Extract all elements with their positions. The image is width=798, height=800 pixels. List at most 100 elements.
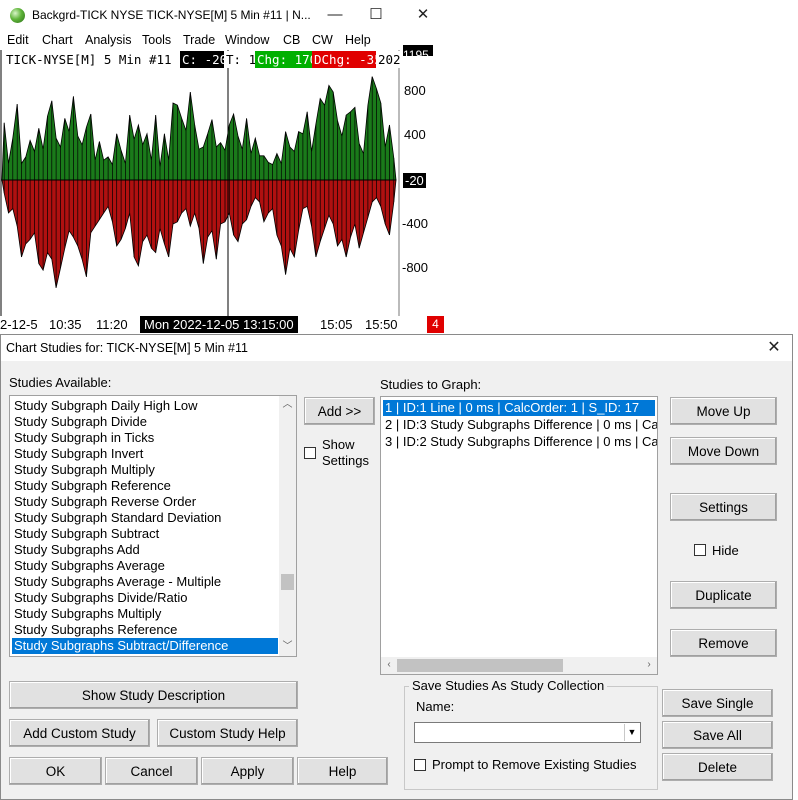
header-symbol: TICK-NYSE[M] 5 Min #11 <box>6 52 172 67</box>
studies-to-graph-list[interactable]: 1 | ID:1 Line | 0 ms | CalcOrder: 1 | S_… <box>380 396 658 675</box>
menu-help[interactable]: Help <box>345 33 371 47</box>
prompt-remove-checkbox[interactable] <box>414 759 426 771</box>
studies-available-item[interactable]: Study Subgraph Multiply <box>12 462 278 478</box>
menu-window[interactable]: Window <box>225 33 269 47</box>
studies-available-list[interactable]: Study Subgraph Daily High Low Study Subgr… <box>9 395 297 657</box>
chart-studies-dialog: Chart Studies for: TICK-NYSE[M] 5 Min #1… <box>0 334 793 800</box>
studies-available-label: Studies Available: <box>9 375 112 390</box>
studies-available-item[interactable]: Study Subgraphs Add <box>12 542 278 558</box>
dialog-title-bar[interactable]: Chart Studies for: TICK-NYSE[M] 5 Min #1… <box>1 335 792 361</box>
hscroll-thumb[interactable] <box>397 659 563 672</box>
header-trail: 202 <box>376 51 403 68</box>
prompt-remove-label: Prompt to Remove Existing Studies <box>432 757 637 772</box>
studies-available-item[interactable]: Study Subgraph Standard Deviation <box>12 510 278 526</box>
studies-available-item[interactable]: Study Subgraphs Subtract/Difference <box>12 638 278 654</box>
studies-available-item[interactable]: Study Subgraph Reverse Order <box>12 494 278 510</box>
chart-bars-svg <box>0 50 400 316</box>
menu-trade[interactable]: Trade <box>183 33 215 47</box>
cancel-label: Cancel <box>130 763 173 779</box>
duplicate-button[interactable]: Duplicate <box>670 581 777 609</box>
y-top-value: 1195 <box>403 45 433 56</box>
time-label-1505: 15:05 <box>320 317 353 332</box>
dropdown-arrow-icon[interactable]: ▼ <box>624 724 639 741</box>
time-label-1035: 10:35 <box>49 317 82 332</box>
hide-label: Hide <box>712 543 739 558</box>
studies-available-item[interactable]: Study Subgraphs Reference <box>12 622 278 638</box>
dialog-close-button[interactable]: ✕ <box>764 338 784 358</box>
save-all-button[interactable]: Save All <box>662 721 773 749</box>
move-down-label: Move Down <box>687 443 760 459</box>
time-label-date: 2-12-5 <box>0 317 38 332</box>
chart-plot-area[interactable] <box>0 50 446 334</box>
menu-chart[interactable]: Chart <box>42 33 73 47</box>
time-label-1550: 15:50 <box>365 317 398 332</box>
show-settings-checkbox[interactable] <box>304 447 316 459</box>
studies-available-scrollbar[interactable]: ︿ ﹀ <box>279 396 296 656</box>
custom-study-help-button[interactable]: Custom Study Help <box>157 719 298 747</box>
add-study-button[interactable]: Add >> <box>304 397 375 425</box>
studies-available-item[interactable]: Study Subgraph Reference <box>12 478 278 494</box>
y-label-400: 400 <box>404 127 426 142</box>
close-button[interactable]: ✕ <box>408 4 438 26</box>
menu-edit[interactable]: Edit <box>7 33 29 47</box>
add-study-button-label: Add >> <box>317 403 362 419</box>
move-down-button[interactable]: Move Down <box>670 437 777 465</box>
scroll-up-arrow-icon[interactable]: ︿ <box>280 398 295 412</box>
show-settings-label-2: Settings <box>322 453 369 468</box>
hide-checkbox[interactable] <box>694 544 706 556</box>
studies-to-graph-item[interactable]: 1 | ID:1 Line | 0 ms | CalcOrder: 1 | S_… <box>383 400 655 416</box>
studies-to-graph-item[interactable]: 3 | ID:2 Study Subgraphs Difference | 0 … <box>383 434 657 450</box>
scroll-left-arrow-icon[interactable]: ‹ <box>382 658 396 672</box>
move-up-button[interactable]: Move Up <box>670 397 777 425</box>
show-study-description-button[interactable]: Show Study Description <box>9 681 298 709</box>
scroll-thumb[interactable] <box>281 574 294 590</box>
settings-button[interactable]: Settings <box>670 493 777 521</box>
studies-available-item[interactable]: Study Subgraphs Average <box>12 558 278 574</box>
delete-label: Delete <box>697 759 738 775</box>
studies-available-item[interactable]: Study Subgraphs Average - Multiple <box>12 574 278 590</box>
save-single-label: Save Single <box>681 695 754 711</box>
time-axis: 2-12-5 10:35 11:20 Mon 2022-12-05 13:15:… <box>0 316 446 334</box>
ok-button[interactable]: OK <box>9 757 102 785</box>
move-up-label: Move Up <box>696 403 751 419</box>
save-collection-legend: Save Studies As Study Collection <box>409 678 608 693</box>
studies-to-graph-hscrollbar[interactable]: ‹ › <box>381 657 657 674</box>
collection-name-combobox[interactable]: ▼ <box>414 722 641 743</box>
help-button[interactable]: Help <box>297 757 388 785</box>
header-dchg: DChg: -35 <box>312 51 384 68</box>
add-custom-study-button[interactable]: Add Custom Study <box>9 719 150 747</box>
chart-window: Backgrd-TICK NYSE TICK-NYSE[M] 5 Min #11… <box>0 0 446 334</box>
title-bar[interactable]: Backgrd-TICK NYSE TICK-NYSE[M] 5 Min #11… <box>0 0 446 30</box>
menu-analysis[interactable]: Analysis <box>85 33 132 47</box>
add-custom-study-label: Add Custom Study <box>23 725 136 741</box>
studies-to-graph-item[interactable]: 2 | ID:3 Study Subgraphs Difference | 0 … <box>383 417 657 433</box>
apply-button[interactable]: Apply <box>201 757 294 785</box>
save-single-button[interactable]: Save Single <box>662 689 773 717</box>
studies-available-item[interactable]: Study Subgraph in Ticks <box>12 430 278 446</box>
delete-button[interactable]: Delete <box>662 753 773 781</box>
minimize-button[interactable]: — <box>320 4 350 26</box>
y-label-m400: -400 <box>402 216 429 231</box>
header-close: C: -20 <box>180 51 230 68</box>
time-cursor-label: Mon 2022-12-05 13:15:00 <box>140 316 298 333</box>
apply-label: Apply <box>230 763 265 779</box>
studies-available-item[interactable]: Study Subgraph Subtract <box>12 526 278 542</box>
studies-available-item[interactable]: Study Subgraph Divide <box>12 414 278 430</box>
studies-to-graph-label: Studies to Graph: <box>380 377 482 392</box>
window-title: Backgrd-TICK NYSE TICK-NYSE[M] 5 Min #11… <box>32 8 311 22</box>
scroll-down-arrow-icon[interactable]: ﹀ <box>280 640 295 654</box>
menu-cw[interactable]: CW <box>312 33 333 47</box>
menu-tools[interactable]: Tools <box>142 33 171 47</box>
remove-button[interactable]: Remove <box>670 629 777 657</box>
menu-cb[interactable]: CB <box>283 33 300 47</box>
studies-available-item[interactable]: Study Subgraphs Multiply <box>12 606 278 622</box>
studies-available-item[interactable]: Study Subgraph Invert <box>12 446 278 462</box>
scroll-right-arrow-icon[interactable]: › <box>642 658 656 672</box>
maximize-button[interactable]: ☐ <box>361 4 391 26</box>
studies-available-item[interactable]: Study Subgraph Daily High Low <box>12 398 278 414</box>
cancel-button[interactable]: Cancel <box>105 757 198 785</box>
studies-available-item[interactable]: Study Subgraphs Divide/Ratio <box>12 590 278 606</box>
menu-bar: Edit Chart Analysis Tools Trade Window C… <box>0 30 446 50</box>
collection-name-label: Name: <box>416 699 455 714</box>
duplicate-label: Duplicate <box>695 587 752 603</box>
